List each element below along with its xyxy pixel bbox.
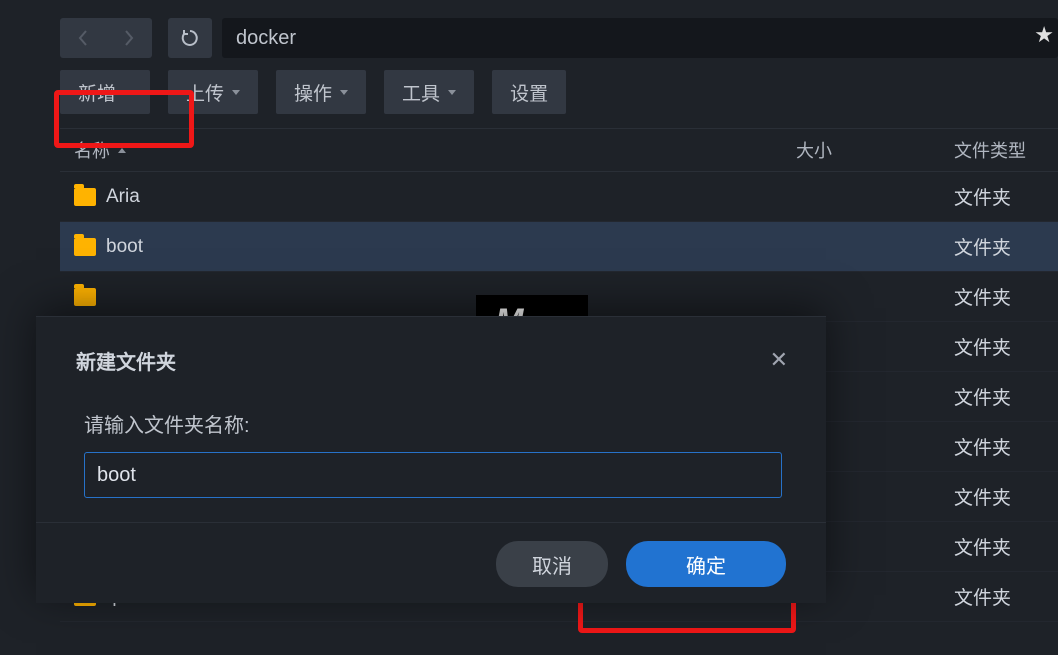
new-button-label: 新增: [78, 79, 116, 106]
chevron-down-icon: [448, 90, 456, 95]
file-type: 文件夹: [954, 183, 1058, 210]
file-name: boot: [106, 236, 143, 258]
modal-label: 请输入文件夹名称:: [84, 409, 782, 438]
file-type: 文件夹: [954, 533, 1058, 560]
favorite-icon[interactable]: ★: [1034, 22, 1054, 48]
modal-title: 新建文件夹: [76, 346, 176, 375]
table-header: 名称 大小 文件类型: [60, 128, 1058, 172]
confirm-button[interactable]: 确定: [626, 541, 786, 587]
folder-icon: [74, 238, 96, 256]
chevron-down-icon: [232, 90, 240, 95]
chevron-down-icon: [340, 90, 348, 95]
refresh-button[interactable]: [168, 18, 212, 58]
chevron-down-icon: [124, 90, 132, 95]
settings-button[interactable]: 设置: [492, 70, 566, 114]
file-type: 文件夹: [954, 233, 1058, 260]
modal-close-button[interactable]: ✕: [762, 343, 796, 377]
file-type: 文件夹: [954, 483, 1058, 510]
file-type: 文件夹: [954, 383, 1058, 410]
upload-button[interactable]: 上传: [168, 70, 258, 114]
folder-name-input[interactable]: [84, 452, 782, 498]
upload-button-label: 上传: [186, 79, 224, 106]
folder-icon: [74, 288, 96, 306]
file-type: 文件夹: [954, 333, 1058, 360]
operate-button[interactable]: 操作: [276, 70, 366, 114]
file-type: 文件夹: [954, 583, 1058, 610]
new-button[interactable]: 新增: [60, 70, 150, 114]
new-folder-modal: 新建文件夹 ✕ 请输入文件夹名称: 取消 确定: [36, 316, 826, 603]
sort-asc-icon: [118, 148, 126, 153]
nav-forward-button[interactable]: [106, 18, 152, 58]
file-name: Aria: [106, 186, 140, 208]
file-type: 文件夹: [954, 433, 1058, 460]
cancel-button[interactable]: 取消: [496, 541, 608, 587]
table-row[interactable]: boot 文件夹: [60, 222, 1058, 272]
path-input[interactable]: [222, 18, 1058, 58]
settings-button-label: 设置: [510, 79, 548, 106]
operate-button-label: 操作: [294, 79, 332, 106]
tool-button[interactable]: 工具: [384, 70, 474, 114]
file-type: 文件夹: [954, 283, 1058, 310]
column-type[interactable]: 文件类型: [954, 137, 1058, 163]
table-row[interactable]: Aria 文件夹: [60, 172, 1058, 222]
column-name[interactable]: 名称: [60, 137, 796, 163]
nav-back-button[interactable]: [60, 18, 106, 58]
folder-icon: [74, 188, 96, 206]
tool-button-label: 工具: [402, 79, 440, 106]
column-size[interactable]: 大小: [796, 137, 954, 163]
